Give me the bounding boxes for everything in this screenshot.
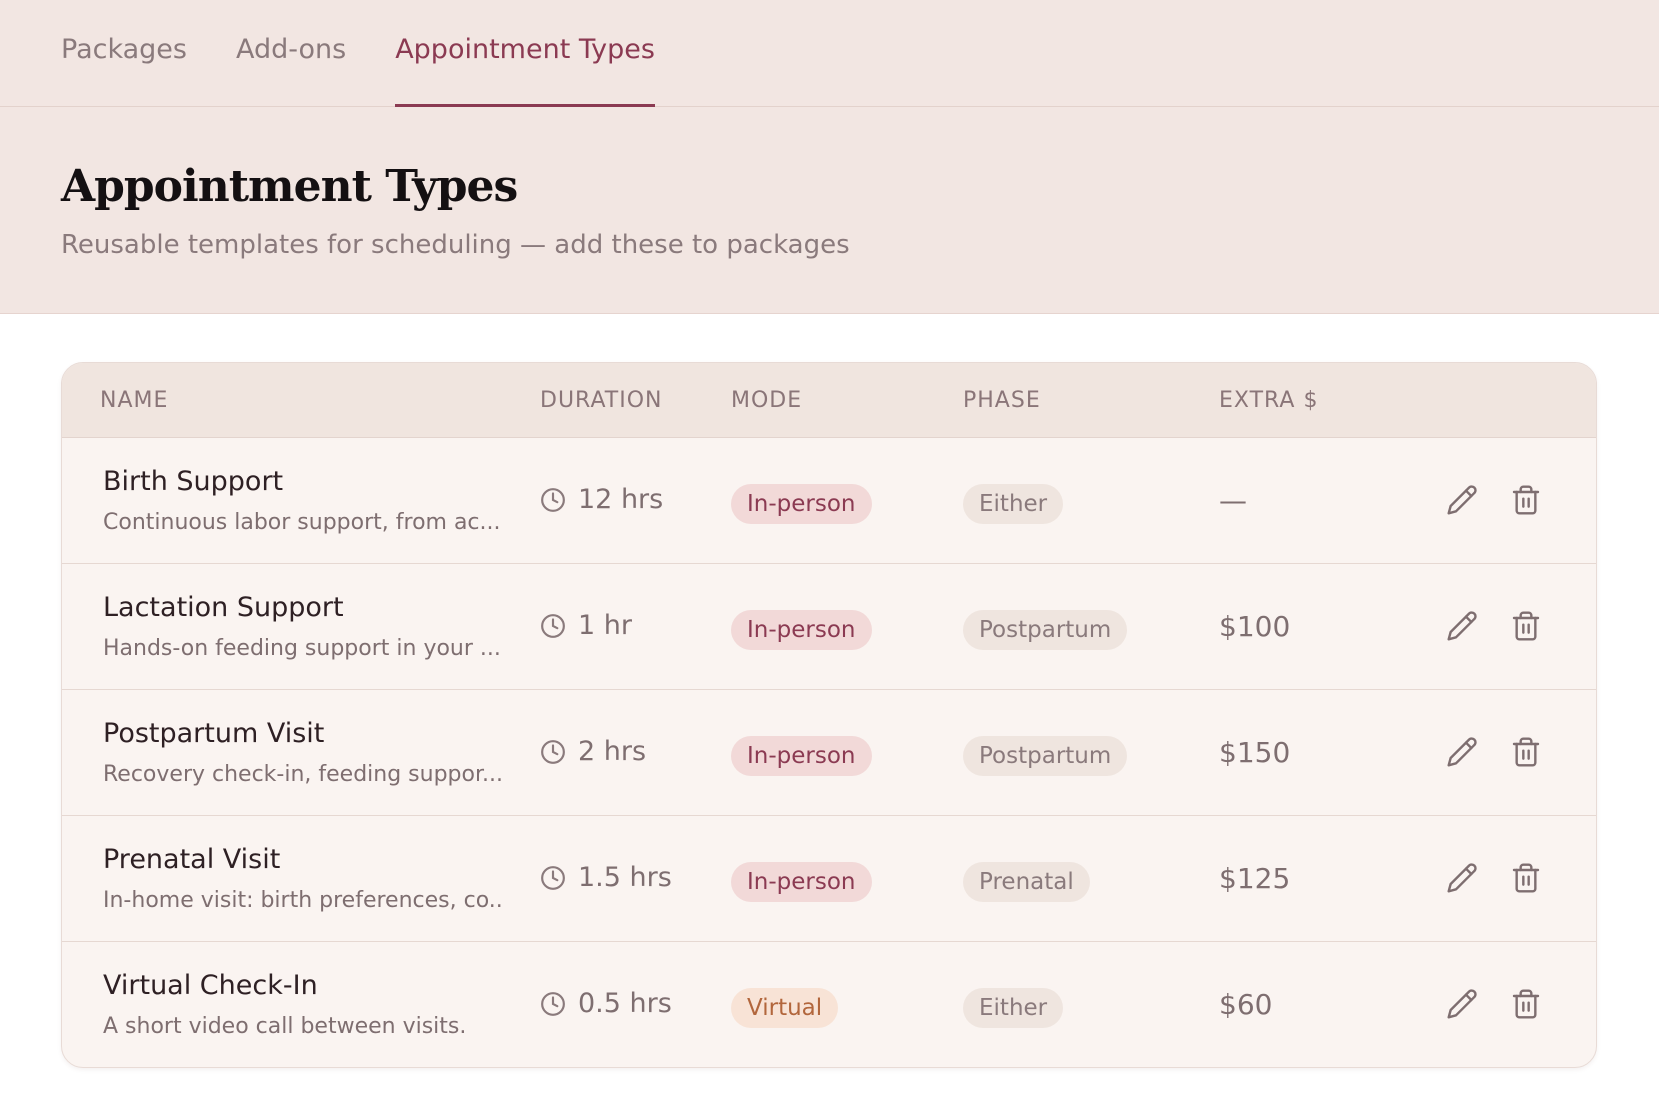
edit-button[interactable] [1446,736,1478,768]
appointment-types-table: NAME DURATION MODE PHASE EXTRA $ Birth S… [61,362,1597,1068]
delete-button[interactable] [1510,484,1542,516]
pencil-icon [1447,737,1477,767]
extra-price: $60 [1219,988,1273,1021]
top-region: Packages Add-ons Appointment Types Appoi… [0,0,1659,314]
table-body: Birth Support Continuous labor support, … [62,438,1596,1067]
table-row: Lactation Support Hands-on feeding suppo… [62,564,1596,690]
extra-price: — [1219,484,1247,517]
column-header-phase: PHASE [963,388,1041,413]
mode-badge: Virtual [731,988,839,1028]
appointment-name: Virtual Check-In [103,970,318,1001]
column-header-duration: DURATION [540,388,663,413]
phase-badge: Postpartum [963,610,1128,650]
appointment-name: Postpartum Visit [103,718,325,749]
clock-icon [541,739,565,764]
appointment-duration: 0.5 hrs [540,988,672,1019]
edit-button[interactable] [1446,484,1478,516]
pencil-icon [1447,863,1477,893]
mode-badge: In-person [731,736,872,776]
mode-badge: In-person [731,862,872,902]
appointment-duration: 2 hrs [540,736,646,767]
column-header-name: NAME [100,388,169,413]
appointment-duration: 1 hr [540,610,632,641]
appointment-name: Lactation Support [103,592,344,623]
appointment-duration: 1.5 hrs [540,862,672,893]
trash-icon [1512,989,1540,1019]
trash-icon [1512,611,1540,641]
pencil-icon [1447,989,1477,1019]
page-title: Appointment Types [61,161,518,212]
delete-button[interactable] [1510,988,1542,1020]
tab-add-ons[interactable]: Add-ons [236,0,346,106]
tab-bar: Packages Add-ons Appointment Types [0,0,1659,107]
appointment-description: Continuous labor support, from ac... [103,510,501,535]
table-row: Postpartum Visit Recovery check-in, feed… [62,690,1596,816]
duration-value: 1.5 hrs [578,862,672,893]
trash-icon [1512,863,1540,893]
appointment-description: In-home visit: birth preferences, co... [103,888,503,913]
clock-icon [541,487,565,512]
edit-button[interactable] [1446,988,1478,1020]
page-subtitle: Reusable templates for scheduling — add … [61,230,850,260]
delete-button[interactable] [1510,610,1542,642]
phase-badge: Either [963,988,1064,1028]
trash-icon [1512,737,1540,767]
column-header-mode: MODE [731,388,803,413]
phase-badge: Prenatal [963,862,1090,902]
duration-value: 12 hrs [578,484,664,515]
pencil-icon [1447,485,1477,515]
duration-value: 2 hrs [578,736,647,767]
extra-price: $150 [1219,736,1291,769]
appointment-name: Birth Support [103,466,284,497]
edit-button[interactable] [1446,610,1478,642]
pencil-icon [1447,611,1477,641]
tab-appointment-types[interactable]: Appointment Types [395,0,655,107]
delete-button[interactable] [1510,862,1542,894]
clock-icon [541,613,565,638]
delete-button[interactable] [1510,736,1542,768]
appointment-description: Recovery check-in, feeding suppor... [103,762,503,787]
mode-badge: In-person [731,610,872,650]
extra-price: $100 [1219,610,1291,643]
duration-value: 0.5 hrs [578,988,672,1019]
appointment-duration: 12 hrs [540,484,663,515]
table-row: Prenatal Visit In-home visit: birth pref… [62,816,1596,942]
clock-icon [541,991,565,1016]
page-header: Appointment Types Reusable templates for… [0,107,1659,313]
appointment-name: Prenatal Visit [103,844,281,875]
trash-icon [1512,485,1540,515]
extra-price: $125 [1219,862,1291,895]
table-header: NAME DURATION MODE PHASE EXTRA $ [62,363,1596,438]
edit-button[interactable] [1446,862,1478,894]
duration-value: 1 hr [578,610,632,641]
phase-badge: Postpartum [963,736,1128,776]
table-row: Birth Support Continuous labor support, … [62,438,1596,564]
table-row: Virtual Check-In A short video call betw… [62,942,1596,1067]
mode-badge: In-person [731,484,872,524]
column-header-extra: EXTRA $ [1219,388,1319,413]
appointment-description: A short video call between visits. [103,1014,467,1039]
tab-packages[interactable]: Packages [61,0,187,106]
appointment-description: Hands-on feeding support in your ... [103,636,501,661]
phase-badge: Either [963,484,1064,524]
clock-icon [541,865,565,890]
